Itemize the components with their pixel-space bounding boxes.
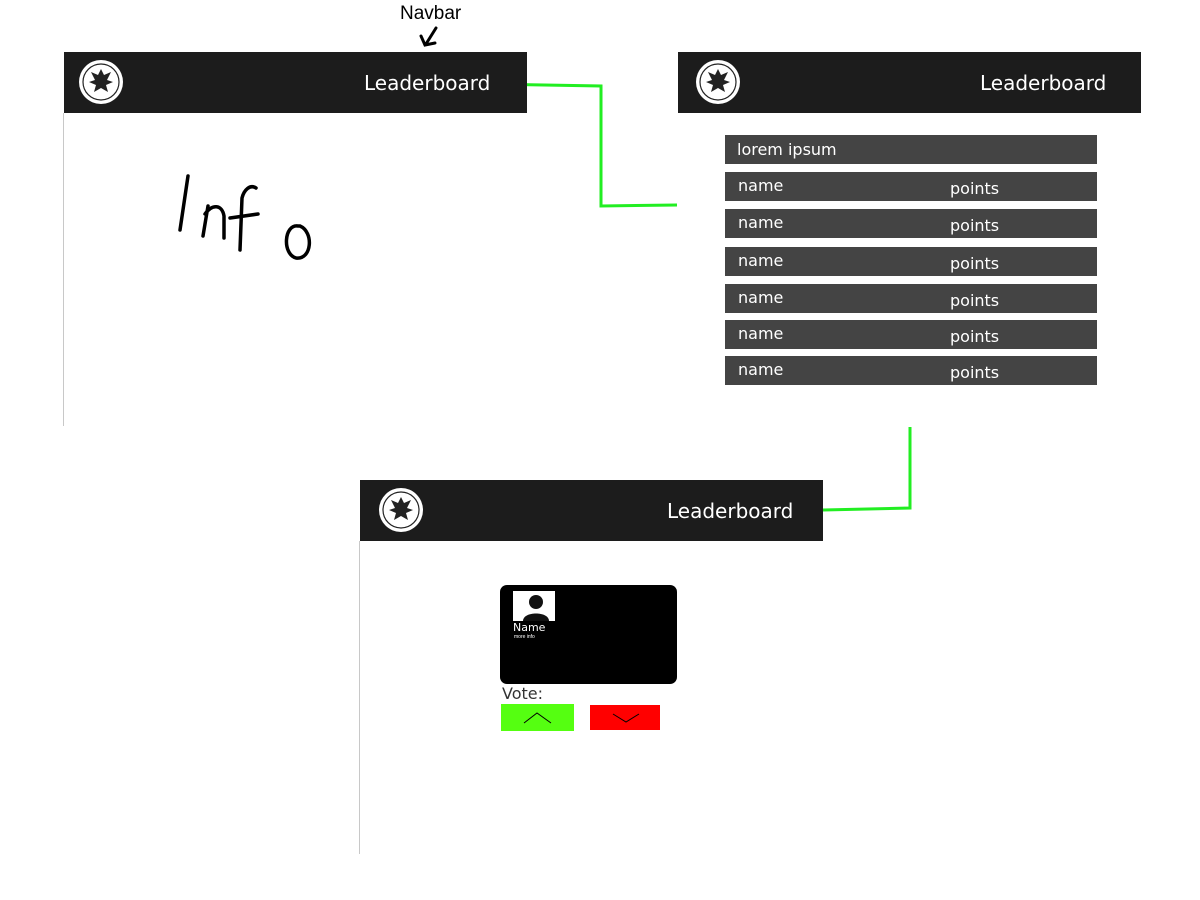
row-points: points — [950, 179, 1000, 198]
nav-link-leaderboard[interactable]: Leaderboard — [667, 499, 793, 523]
navbar: Leaderboard — [360, 480, 823, 541]
chevron-down-icon — [612, 713, 640, 723]
frame-edge — [359, 541, 360, 854]
row-name: name — [738, 288, 784, 307]
navbar: Leaderboard — [64, 52, 527, 113]
navbar: Leaderboard — [678, 52, 1141, 113]
row-name: name — [738, 360, 784, 379]
row-points: points — [950, 363, 1000, 382]
leaderboard-row[interactable]: name points — [725, 209, 1097, 238]
annotation-arrow-icon — [419, 26, 438, 47]
eagle-seal-icon[interactable] — [78, 59, 124, 105]
nav-link-leaderboard[interactable]: Leaderboard — [980, 71, 1106, 95]
vote-label: Vote: — [502, 684, 543, 703]
navbar-annotation-label: Navbar — [400, 3, 462, 24]
eagle-seal-icon[interactable] — [695, 59, 741, 105]
row-name: name — [738, 213, 784, 232]
info-scribble — [178, 174, 311, 260]
row-name: name — [738, 176, 784, 195]
user-silhouette-icon — [513, 591, 555, 621]
frame-edge — [63, 113, 64, 426]
row-points: points — [950, 254, 1000, 273]
leaderboard-row[interactable]: name points — [725, 284, 1097, 313]
card-more-info: more info — [514, 634, 535, 640]
leaderboard-row[interactable]: name points — [725, 247, 1097, 276]
row-points: points — [950, 291, 1000, 310]
row-points: points — [950, 216, 1000, 235]
eagle-seal-icon[interactable] — [378, 487, 424, 533]
chevron-up-icon — [523, 712, 552, 724]
card-name: Name — [513, 621, 546, 634]
leaderboard-header-text: lorem ipsum — [737, 140, 837, 159]
leaderboard-header: lorem ipsum — [725, 135, 1097, 164]
row-points: points — [950, 327, 1000, 346]
downvote-button[interactable] — [590, 705, 660, 730]
upvote-button[interactable] — [501, 704, 574, 731]
profile-card: Name more info — [500, 585, 677, 684]
row-name: name — [738, 324, 784, 343]
leaderboard-row[interactable]: name points — [725, 356, 1097, 385]
row-name: name — [738, 251, 784, 270]
nav-link-leaderboard[interactable]: Leaderboard — [364, 71, 490, 95]
leaderboard-row[interactable]: name points — [725, 172, 1097, 201]
leaderboard-row[interactable]: name points — [725, 320, 1097, 349]
